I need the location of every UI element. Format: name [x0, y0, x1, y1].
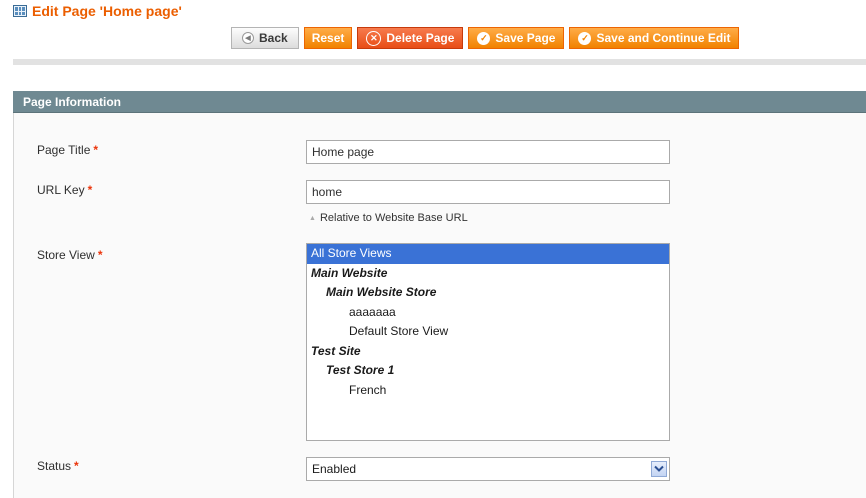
- store-view-option[interactable]: Test Site: [307, 342, 669, 362]
- page-title: Edit Page 'Home page': [13, 2, 182, 20]
- url-key-label-text: URL Key: [37, 183, 85, 197]
- save-and-continue-button[interactable]: ✓ Save and Continue Edit: [569, 27, 740, 49]
- url-key-note: ▲ Relative to Website Base URL: [309, 212, 468, 224]
- save-button-label: Save Page: [495, 31, 556, 45]
- back-arrow-icon: ◀: [242, 32, 254, 44]
- save-page-button[interactable]: ✓ Save Page: [468, 27, 565, 49]
- store-view-option[interactable]: aaaaaaa: [307, 303, 669, 323]
- store-view-option[interactable]: Default Store View: [307, 322, 669, 342]
- url-key-note-text: Relative to Website Base URL: [319, 212, 468, 224]
- store-view-option[interactable]: Main Website Store: [307, 283, 669, 303]
- status-label: Status *: [37, 459, 79, 473]
- store-view-multiselect[interactable]: All Store Views Main Website Main Websit…: [306, 243, 670, 441]
- delete-icon: ✕: [366, 30, 382, 46]
- chevron-down-icon[interactable]: [651, 461, 667, 477]
- status-select-value: Enabled: [312, 462, 357, 476]
- page-title-label: Page Title *: [37, 143, 98, 157]
- back-button-label: Back: [259, 31, 288, 45]
- status-label-text: Status: [37, 459, 72, 473]
- status-select[interactable]: Enabled: [306, 457, 670, 481]
- back-button[interactable]: ◀ Back: [231, 27, 299, 49]
- delete-page-button[interactable]: ✕ Delete Page: [357, 27, 464, 49]
- checkmark-icon: ✓: [578, 31, 592, 45]
- store-view-option[interactable]: French: [307, 381, 669, 401]
- reset-button[interactable]: Reset: [303, 27, 353, 49]
- required-marker: *: [97, 248, 103, 262]
- page-title-input[interactable]: [306, 140, 670, 164]
- required-marker: *: [87, 183, 93, 197]
- reset-button-label: Reset: [311, 31, 345, 45]
- store-view-option[interactable]: Main Website: [307, 264, 669, 284]
- required-marker: *: [93, 143, 99, 157]
- page-title-text: Edit Page 'Home page': [32, 3, 182, 19]
- section-header: Page Information: [13, 91, 866, 113]
- cms-page-icon: [13, 5, 27, 17]
- url-key-label: URL Key *: [37, 183, 92, 197]
- store-view-option[interactable]: Test Store 1: [307, 361, 669, 381]
- section-title: Page Information: [23, 94, 122, 109]
- url-key-input[interactable]: [306, 180, 670, 204]
- note-triangle-icon: ▲: [309, 214, 316, 222]
- page-title-label-text: Page Title: [37, 143, 91, 157]
- store-view-option[interactable]: All Store Views: [307, 244, 669, 264]
- save-continue-button-label: Save and Continue Edit: [596, 31, 731, 45]
- button-bar: ◀ Back Reset ✕ Delete Page ✓ Save Page ✓…: [231, 27, 740, 51]
- store-view-label: Store View *: [37, 248, 102, 262]
- required-marker: *: [74, 459, 79, 473]
- store-view-label-text: Store View: [37, 248, 95, 262]
- header-divider: [13, 59, 866, 65]
- delete-button-label: Delete Page: [386, 31, 455, 45]
- checkmark-icon: ✓: [477, 31, 491, 45]
